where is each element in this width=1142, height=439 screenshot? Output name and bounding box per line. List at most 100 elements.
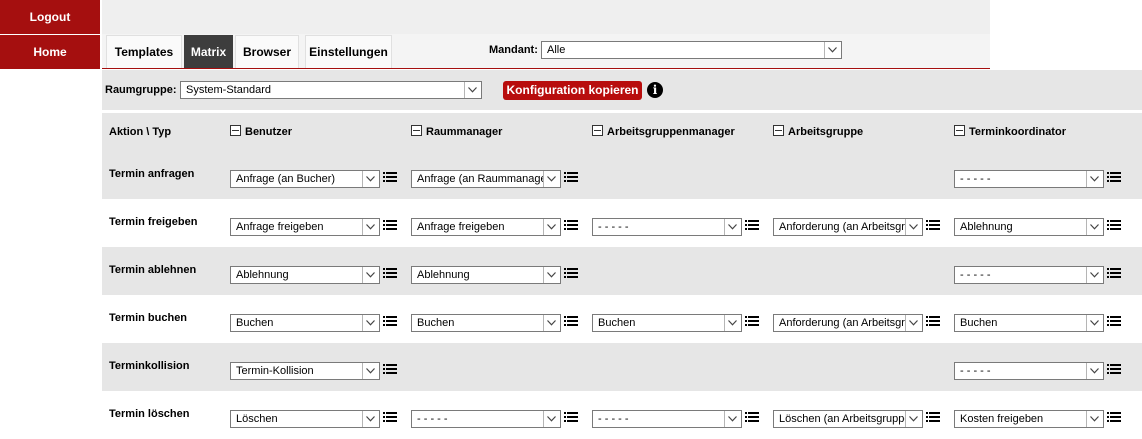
list-icon[interactable]: [383, 411, 397, 424]
action-select-value: Ablehnung: [417, 269, 470, 281]
action-select[interactable]: Anforderung (an Arbeitsgruppe): [773, 218, 923, 236]
matrix-row: Termin ablehnen Ablehnung Ablehnung - - - -…: [102, 247, 1142, 295]
collapse-column-icon[interactable]: [954, 125, 965, 136]
logout-button[interactable]: Logout: [0, 0, 100, 34]
raumgruppe-select[interactable]: System-Standard: [180, 81, 482, 99]
action-select[interactable]: - - - - -: [411, 410, 561, 428]
list-icon[interactable]: [383, 315, 397, 328]
chevron-down-icon: [724, 315, 741, 331]
collapse-column-icon[interactable]: [592, 125, 603, 136]
matrix-row: Termin löschen Löschen - - - - - - - - - - L…: [102, 391, 1142, 439]
action-select[interactable]: Buchen: [411, 314, 561, 332]
action-select-value: - - - - -: [598, 413, 629, 425]
action-select-value: Buchen: [236, 317, 274, 329]
list-icon[interactable]: [1107, 219, 1121, 232]
chevron-down-icon: [362, 411, 379, 427]
action-select[interactable]: Löschen: [230, 410, 380, 428]
list-icon[interactable]: [926, 315, 940, 328]
list-icon[interactable]: [564, 219, 578, 232]
action-select[interactable]: - - - - -: [954, 266, 1104, 284]
list-icon[interactable]: [383, 267, 397, 280]
collapse-column-icon[interactable]: [230, 125, 241, 136]
action-select[interactable]: Ablehnung: [411, 266, 561, 284]
chevron-down-icon: [543, 411, 560, 427]
row-label: Terminkollision: [109, 360, 190, 372]
konfiguration-kopieren-button[interactable]: Konfiguration kopieren: [503, 81, 642, 100]
chevron-down-icon: [1086, 315, 1103, 331]
list-icon[interactable]: [564, 171, 578, 184]
action-select-value: - - - - -: [960, 173, 991, 185]
column-header: Raummanager: [411, 125, 502, 138]
chevron-down-icon: [362, 171, 379, 187]
chevron-down-icon: [362, 315, 379, 331]
mandant-select[interactable]: Alle: [541, 41, 842, 59]
action-select-value: Termin-Kollision: [236, 365, 314, 377]
action-select[interactable]: - - - - -: [954, 170, 1104, 188]
list-icon[interactable]: [564, 411, 578, 424]
action-select[interactable]: Ablehnung: [230, 266, 380, 284]
tab-templates[interactable]: Templates: [106, 35, 182, 68]
list-icon[interactable]: [383, 171, 397, 184]
action-select[interactable]: Anfrage (an Raummanager): [411, 170, 561, 188]
collapse-column-icon[interactable]: [773, 125, 784, 136]
action-select[interactable]: Anfrage freigeben: [230, 218, 380, 236]
collapse-column-icon[interactable]: [411, 125, 422, 136]
chevron-down-icon: [543, 267, 560, 283]
list-icon[interactable]: [1107, 315, 1121, 328]
row-label: Termin buchen: [109, 312, 188, 324]
action-select-value: Buchen: [960, 317, 998, 329]
tab-matrix[interactable]: Matrix: [184, 35, 233, 68]
matrix-row: Terminkollision Termin-Kollision - - - - -: [102, 343, 1142, 391]
row-label: Termin freigeben: [109, 216, 198, 228]
action-select[interactable]: Ablehnung: [954, 218, 1104, 236]
action-select[interactable]: - - - - -: [954, 362, 1104, 380]
action-select[interactable]: Buchen: [230, 314, 380, 332]
action-select[interactable]: Anfrage (an Bucher): [230, 170, 380, 188]
action-select[interactable]: - - - - -: [592, 218, 742, 236]
info-icon[interactable]: i: [647, 82, 663, 98]
action-select-value: - - - - -: [960, 365, 991, 377]
list-icon[interactable]: [745, 315, 759, 328]
column-header-label: Arbeitsgruppe: [788, 126, 864, 138]
chevron-down-icon: [1086, 267, 1103, 283]
list-icon[interactable]: [745, 411, 759, 424]
matrix-corner-label: Aktion \ Typ: [109, 126, 172, 138]
list-icon[interactable]: [564, 267, 578, 280]
row-label: Termin anfragen: [109, 168, 195, 180]
sidebar: Logout Home: [0, 0, 100, 439]
raumgruppe-label: Raumgruppe:: [105, 84, 177, 96]
action-select[interactable]: Anfrage freigeben: [411, 218, 561, 236]
action-select[interactable]: Buchen: [592, 314, 742, 332]
action-select[interactable]: - - - - -: [592, 410, 742, 428]
list-icon[interactable]: [383, 219, 397, 232]
action-select[interactable]: Kosten freigeben: [954, 410, 1104, 428]
action-select-value: - - - - -: [960, 269, 991, 281]
chevron-down-icon: [1086, 411, 1103, 427]
list-icon[interactable]: [1107, 363, 1121, 376]
row-label: Termin ablehnen: [109, 264, 197, 276]
list-icon[interactable]: [564, 315, 578, 328]
list-icon[interactable]: [1107, 267, 1121, 280]
column-header-label: Terminkoordinator: [969, 126, 1066, 138]
column-header-label: Benutzer: [245, 126, 293, 138]
action-select[interactable]: Termin-Kollision: [230, 362, 380, 380]
chevron-down-icon: [543, 171, 560, 187]
raumgruppe-select-value: System-Standard: [186, 84, 271, 96]
chevron-down-icon: [464, 82, 481, 98]
list-icon[interactable]: [745, 219, 759, 232]
list-icon[interactable]: [926, 219, 940, 232]
column-header-label: Arbeitsgruppenmanager: [607, 126, 735, 138]
list-icon[interactable]: [1107, 411, 1121, 424]
tab-browser[interactable]: Browser: [235, 35, 299, 68]
action-select[interactable]: Löschen (an Arbeitsgruppe): [773, 410, 923, 428]
matrix-header-row: Aktion \ Typ Benutzer Raummanager Arbeitsgr…: [102, 113, 1142, 151]
chevron-down-icon: [905, 219, 922, 235]
list-icon[interactable]: [383, 363, 397, 376]
list-icon[interactable]: [1107, 171, 1121, 184]
list-icon[interactable]: [926, 411, 940, 424]
action-select[interactable]: Buchen: [954, 314, 1104, 332]
home-button[interactable]: Home: [0, 35, 100, 69]
tab-einstellungen[interactable]: Einstellungen: [305, 35, 392, 68]
action-select-value: Anforderung (an Arbeitsgruppe): [779, 317, 922, 329]
action-select[interactable]: Anforderung (an Arbeitsgruppe): [773, 314, 923, 332]
